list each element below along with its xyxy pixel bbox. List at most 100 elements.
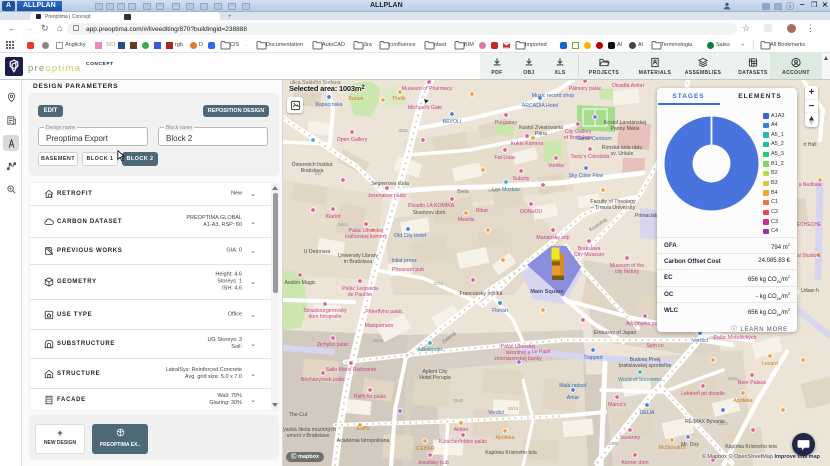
svg-text:RE/MAX Bývanie: RE/MAX Bývanie (685, 419, 725, 425)
svg-text:Los Mozkas: Los Mozkas (492, 187, 520, 193)
svg-text:Bibar: Bibar (476, 208, 488, 214)
svg-text:Masquerado: Masquerado (365, 323, 394, 329)
svg-text:Purgatory: Purgatory (495, 120, 518, 126)
svg-text:Péterffyho palác: Péterffyho palác (365, 309, 403, 315)
svg-text:umení v Bratislave: umení v Bratislave (287, 433, 330, 439)
svg-text:Le Papil: Le Papil (532, 349, 551, 355)
svg-text:ARCADIA Hotel: ARCADIA Hotel (522, 103, 558, 109)
svg-text:Mearlis: Mearlis (458, 217, 475, 223)
svg-text:Marco's: Marco's (608, 402, 626, 408)
svg-text:Skaritzov dom: Skaritzov dom (413, 210, 446, 216)
svg-text:OONuOU: OONuOU (520, 209, 543, 215)
svg-text:Panny Márie: Panny Márie (610, 126, 639, 132)
svg-text:Kapucínska: Kapucínska (315, 102, 342, 108)
svg-text:ICEBAR: ICEBAR (415, 446, 435, 452)
svg-text:city history: city history (615, 269, 640, 275)
svg-text:Vootka: Vootka (548, 163, 564, 169)
svg-text:Divadlá Astori: Divadlá Astori (612, 83, 644, 89)
svg-text:Spin co: Spin co (646, 343, 663, 349)
svg-text:sv. Uršule: sv. Uršule (611, 151, 634, 157)
svg-text:Jesenákov palác: Jesenákov palác (368, 193, 407, 199)
svg-text:U Deámara: U Deámara (304, 249, 331, 255)
svg-text:Jesuitsky pub: Jesuitsky pub (417, 460, 449, 466)
svg-text:Tasty's Cokoláda: Tasty's Cokoláda (570, 154, 609, 160)
svg-text:Illésházyovsk palác: Illésházyovsk palác (301, 377, 346, 383)
svg-text:Verdict: Verdict (692, 338, 708, 344)
svg-text:Malá radosť: Malá radosť (559, 383, 587, 389)
svg-text:Kutscherfeldov palác: Kutscherfeldov palác (439, 439, 488, 445)
svg-text:Open Gallery: Open Gallery (337, 137, 368, 143)
svg-text:Biela: Biela (457, 189, 469, 195)
svg-text:Funus: Funus (349, 96, 364, 102)
svg-text:dom fotografie: dom fotografie (308, 314, 341, 320)
svg-text:in Bratislava: in Bratislava (344, 259, 372, 265)
svg-text:Zichyho palác: Zichyho palác (317, 342, 349, 348)
svg-text:Lekáreň pri divadle: Lekáreň pri divadle (681, 391, 725, 397)
svg-text:Sky Color Flow: Sky Color Flow (569, 173, 604, 179)
svg-text:Museum of Pharmacy: Museum of Pharmacy (402, 86, 453, 92)
svg-text:BEVOLI: BEVOLI (443, 119, 462, 125)
svg-text:rt Hall: rt Hall (803, 142, 816, 148)
svg-text:de Pauliho: de Pauliho (348, 292, 373, 298)
svg-text:Kaplnka Kristovho tela: Kaplnka Kristovho tela (725, 444, 777, 450)
svg-text:350/2: 350/2 (373, 338, 384, 343)
svg-text:246/1: 246/1 (338, 222, 349, 227)
svg-text:Pálmory palác: Pálmory palác (569, 86, 602, 92)
svg-text:kráľovskej komory: kráľovskej komory (345, 234, 387, 240)
svg-text:Primaciáln: Primaciáln (635, 213, 659, 219)
svg-text:Verdict: Verdict (488, 410, 504, 416)
svg-text:The Cut: The Cut (289, 412, 308, 418)
svg-text:Ádkabooks: Ádkabooks (417, 346, 443, 353)
svg-text:a Nedbala: a Nedbala (799, 182, 822, 188)
svg-text:Mariánsky stĺp: Mariánsky stĺp (536, 234, 569, 241)
svg-text:Garáž Centrum: Garáž Centrum (576, 136, 611, 142)
svg-text:Mr. Doy: Mr. Doy (681, 442, 699, 448)
svg-text:Pheasant pub: Pheasant pub (392, 267, 424, 273)
svg-text:Segnerova kúria: Segnerova kúria (371, 181, 409, 187)
svg-text:Florián: Florián (492, 308, 508, 314)
svg-text:Levard: Levard (762, 361, 778, 367)
svg-text:2073: 2073 (433, 281, 443, 286)
svg-text:Akkon: Akkon (454, 427, 469, 433)
svg-text:Fat Lisas: Fat Lisas (494, 155, 515, 161)
svg-text:Klariot: Klariot (326, 214, 341, 220)
svg-text:25a/5: 25a/5 (453, 398, 464, 403)
svg-text:Apoteka: Apoteka (733, 398, 752, 404)
svg-text:– Trnava University: – Trnava University (591, 205, 636, 211)
svg-text:Kolf's: Kolf's (357, 426, 370, 432)
svg-text:3015: 3015 (398, 128, 408, 133)
svg-text:zmenárenskej banky: zmenárenskej banky (494, 356, 542, 362)
svg-text:City Museum: City Museum (574, 252, 604, 258)
svg-text:Pána: Pána (535, 131, 547, 137)
svg-text:Music record shop: Music record shop (532, 93, 574, 99)
svg-text:Urban h: Urban h (801, 288, 819, 294)
svg-text:Palác Motešických: Palác Motešických (714, 335, 757, 341)
svg-text:Amar: Amar (567, 395, 580, 401)
svg-text:Kukla Kamera: Kukla Kamera (511, 141, 544, 147)
svg-text:ECHECHE: ECHECHE (797, 222, 822, 228)
svg-text:Prells: Prells (393, 96, 406, 102)
svg-text:Trapped: Trapped (583, 355, 602, 361)
svg-text:World of Souvenirs: World of Souvenirs (618, 377, 662, 383)
svg-text:Academia Istropolitana: Academia Istropolitana (337, 438, 390, 444)
svg-text:Old City Hotel: Old City Hotel (394, 233, 426, 239)
svg-text:Inliat press: Inliat press (391, 258, 416, 264)
svg-text:al Studio E: al Studio E (797, 253, 822, 259)
svg-text:Pálffyho palác: Pálffyho palác (354, 394, 387, 400)
svg-text:Kerner dom: Kerner dom (621, 460, 648, 466)
svg-text:Österreich Institut: Österreich Institut (292, 161, 333, 168)
svg-text:Suveniry: Suveniry (620, 435, 641, 441)
svg-text:bratislavskej sporiteľne: bratislavskej sporiteľne (619, 363, 672, 369)
svg-text:DELIA: DELIA (640, 410, 656, 416)
svg-text:Hotel Perugia: Hotel Perugia (419, 375, 451, 381)
svg-text:Michael's Gate: Michael's Gate (408, 105, 442, 111)
svg-text:Francúzsky inštitút: Francúzsky inštitút (460, 291, 504, 297)
svg-text:Subcity: Subcity (512, 176, 529, 182)
svg-text:162B: 162B (608, 441, 618, 446)
svg-text:Apoteka: Apoteka (495, 435, 514, 441)
svg-text:Avalon Magic: Avalon Magic (284, 280, 315, 286)
svg-text:Sallo Maris Ristorante: Sallo Maris Ristorante (326, 367, 377, 373)
svg-text:20/12: 20/12 (508, 406, 519, 411)
svg-text:Main Square: Main Square (530, 289, 563, 295)
svg-text:Bratislava: Bratislava (301, 168, 324, 174)
